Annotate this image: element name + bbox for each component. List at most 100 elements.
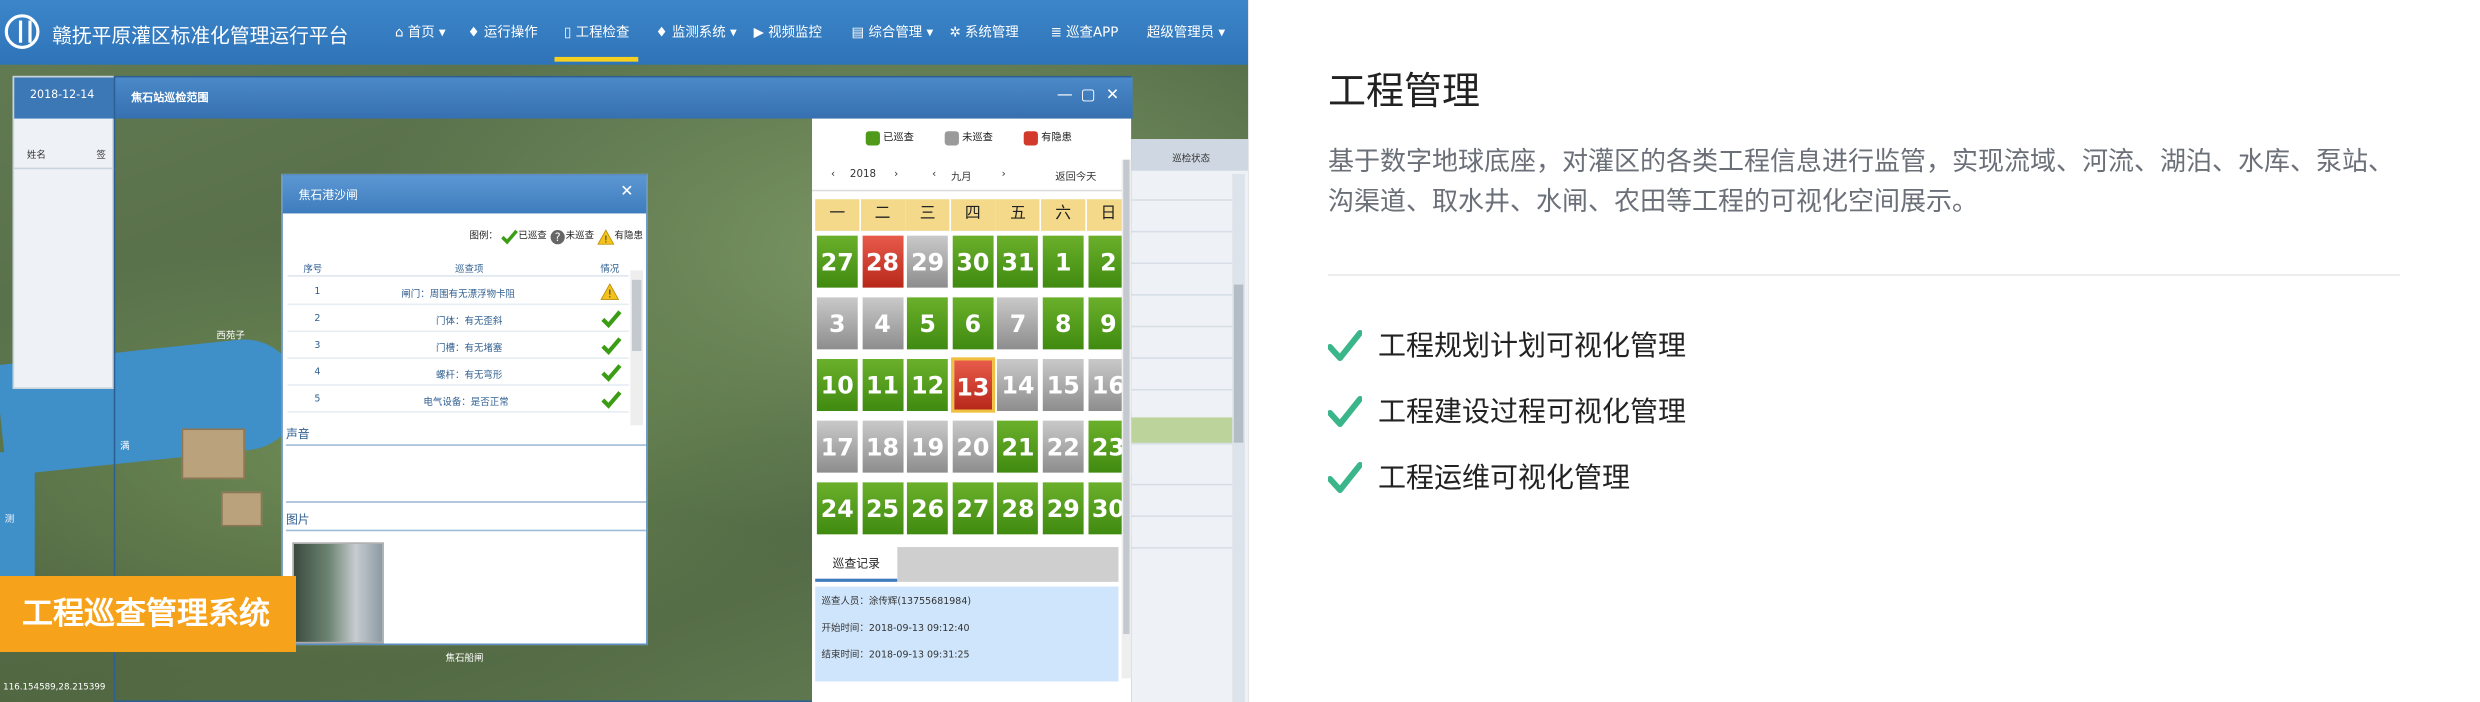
column-header: 情况: [600, 264, 620, 276]
svg-text:?: ?: [555, 230, 561, 243]
coordinate-readout: 116.154589,28.215399: [3, 683, 106, 693]
prev-month-icon[interactable]: ‹: [932, 168, 936, 181]
tab-inspection-record[interactable]: 巡查记录: [815, 547, 898, 582]
nav-item-inspection[interactable]: ▯ 工程检查: [554, 22, 640, 62]
calendar-day[interactable]: 27: [950, 480, 995, 536]
calendar-day[interactable]: 14: [995, 357, 1041, 413]
table-scrollbar[interactable]: [630, 270, 643, 426]
table-row[interactable]: 3 门槽：有无堵塞: [287, 334, 629, 359]
table-row[interactable]: [1131, 490, 1236, 518]
column-header: 签: [96, 150, 106, 162]
checked-icon: [601, 364, 622, 382]
row-number: 4: [314, 366, 321, 378]
record-end-time: 结束时间：2018-09-13 09:31:25: [821, 649, 970, 661]
nav-item-general[interactable]: ▤ 综合管理 ▾: [852, 22, 934, 41]
home-icon: ⌂: [394, 25, 404, 42]
table-row[interactable]: [1131, 522, 1236, 549]
row-item: 电气设备：是否正常: [423, 396, 509, 408]
calendar-day[interactable]: 1: [1041, 234, 1086, 290]
table-row[interactable]: 1 闸门：周围有无漂浮物卡阻 !: [287, 280, 629, 306]
table-row[interactable]: [1131, 332, 1236, 359]
minimize-icon[interactable]: —: [1057, 87, 1073, 104]
legend-hazard: 有隐患: [614, 230, 643, 242]
table-row-selected[interactable]: [1131, 417, 1236, 445]
column-header: 巡检状态: [1172, 153, 1211, 165]
platform-logo-icon: [4, 14, 40, 50]
close-icon[interactable]: ✕: [620, 183, 633, 200]
calendar-day[interactable]: 25: [860, 480, 905, 536]
calendar-day[interactable]: 6: [950, 295, 995, 352]
calendar-day[interactable]: 4: [860, 295, 905, 352]
calendar-day[interactable]: 5: [905, 295, 950, 352]
table-row[interactable]: [1131, 237, 1236, 265]
feature-label: 工程规划计划可视化管理: [1378, 329, 1687, 362]
table-row[interactable]: [1131, 459, 1236, 486]
calendar-scrollbar[interactable]: [1121, 159, 1132, 679]
calendar-day[interactable]: 7: [995, 295, 1041, 352]
calendar-day[interactable]: 15: [1041, 357, 1086, 413]
year-label: 2018: [849, 167, 877, 181]
calendar-day[interactable]: 21: [995, 418, 1041, 475]
scrollbar-thumb[interactable]: [1123, 159, 1130, 635]
calendar-day[interactable]: 31: [995, 234, 1041, 290]
nav-item-admin[interactable]: 超级管理员 ▾: [1147, 22, 1225, 41]
legend-item: 已巡查: [865, 128, 914, 145]
gate-window-titlebar[interactable]: 焦石港沙闸 ✕: [282, 175, 647, 214]
nav-item-operation[interactable]: ♦ 运行操作: [468, 22, 538, 41]
svg-text:!: !: [604, 234, 608, 244]
right-status-panel: 巡检状态: [1131, 139, 1248, 702]
table-row[interactable]: [1131, 174, 1236, 201]
calendar-day[interactable]: 17: [815, 418, 860, 475]
calendar-day[interactable]: 22: [1041, 418, 1086, 475]
calendar-day[interactable]: 20: [950, 418, 995, 475]
inspection-photo[interactable]: [292, 542, 384, 644]
calendar-day[interactable]: 24: [815, 480, 860, 536]
close-icon[interactable]: ✕: [1106, 87, 1119, 104]
next-month-icon[interactable]: ›: [1002, 168, 1006, 181]
calendar-day[interactable]: 30: [950, 234, 995, 290]
left-panel-header: 2018-12-14: [14, 77, 116, 119]
legend-unchecked: 未巡查: [565, 230, 595, 242]
calendar-day[interactable]: 13: [950, 357, 995, 413]
calendar-day[interactable]: 26: [905, 480, 950, 536]
back-to-today-link[interactable]: 返回今天: [1055, 168, 1096, 184]
warning-icon: !: [600, 283, 620, 300]
calendar-day[interactable]: 29: [1041, 480, 1086, 536]
station-window-titlebar[interactable]: 焦石站巡检范围 — ▢ ✕: [115, 77, 1133, 119]
drop-icon: ♦: [467, 25, 480, 42]
nav-item-app[interactable]: ≣ 巡查APP: [1051, 22, 1119, 41]
table-row[interactable]: [1131, 300, 1236, 328]
table-row[interactable]: 2 门体：有无歪斜: [287, 307, 629, 333]
calendar-day[interactable]: 29: [905, 234, 950, 290]
nav-item-video[interactable]: ▶ 视频监控: [754, 22, 822, 41]
calendar-day[interactable]: 28: [995, 480, 1041, 536]
calendar-day[interactable]: 8: [1041, 295, 1086, 352]
scrollbar-thumb[interactable]: [1233, 284, 1244, 443]
calendar-day[interactable]: 10: [815, 357, 860, 413]
scrollbar-thumb[interactable]: [631, 279, 642, 352]
next-year-icon[interactable]: ›: [894, 168, 898, 181]
record-inspector: 巡查人员：涂传辉(13755681984): [821, 596, 972, 608]
feature-label: 工程运维可视化管理: [1378, 461, 1631, 494]
calendar-day[interactable]: 19: [905, 418, 950, 475]
table-row[interactable]: [1131, 269, 1236, 296]
table-row[interactable]: 4 螺杆：有无弯形: [287, 360, 629, 386]
nav-item-monitoring[interactable]: ♦ 监测系统 ▾: [656, 22, 737, 41]
nav-item-home[interactable]: ⌂ 首页 ▾: [395, 22, 446, 41]
nav-item-system[interactable]: ✲ 系统管理: [949, 22, 1018, 41]
calendar-legend: 已巡查 未巡查 有隐患: [812, 119, 1131, 154]
calendar-day[interactable]: 18: [860, 418, 905, 475]
calendar-day[interactable]: 11: [860, 357, 905, 413]
calendar-day[interactable]: 27: [815, 234, 860, 290]
table-row[interactable]: 5 电气设备：是否正常: [287, 387, 629, 413]
table-row[interactable]: [1131, 364, 1236, 391]
table-row[interactable]: [1131, 206, 1236, 233]
right-panel-scrollbar[interactable]: [1232, 173, 1245, 702]
maximize-icon[interactable]: ▢: [1081, 87, 1096, 104]
calendar-day[interactable]: 28: [860, 234, 905, 290]
calendar-day[interactable]: 3: [815, 295, 860, 352]
prev-year-icon[interactable]: ‹: [831, 168, 835, 181]
nav-operation-label: 运行操作: [483, 25, 538, 42]
weekday-header: 一: [815, 199, 860, 231]
calendar-day[interactable]: 12: [905, 357, 950, 413]
